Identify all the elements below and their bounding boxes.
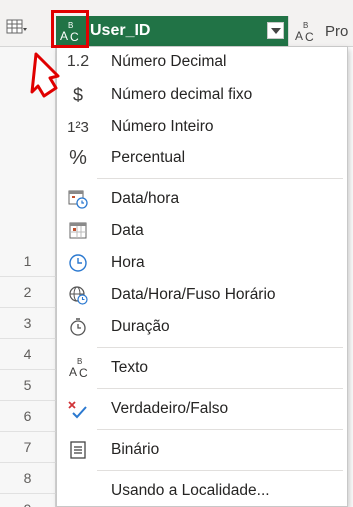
- menu-item-label: Data: [111, 222, 144, 239]
- row-number[interactable]: 6: [0, 401, 56, 432]
- menu-separator: [97, 470, 343, 471]
- menu-item-label: Número decimal fixo: [111, 86, 253, 103]
- row-number[interactable]: 7: [0, 432, 56, 463]
- column-header-user-id[interactable]: ABC User_ID: [56, 16, 288, 46]
- data-type-menu: 1.2 Número Decimal $ Número decimal fixo…: [56, 46, 348, 507]
- menu-item-label: Percentual: [111, 149, 186, 166]
- whole-number-icon: 1²3: [67, 118, 89, 136]
- menu-item-text[interactable]: ABC Texto: [57, 353, 347, 383]
- table-icon: [6, 19, 27, 34]
- row-number[interactable]: 5: [0, 370, 56, 401]
- chevron-down-icon: [271, 28, 281, 34]
- row-number[interactable]: 8: [0, 463, 56, 494]
- currency-icon: $: [72, 84, 83, 105]
- row-number[interactable]: 3: [0, 308, 56, 339]
- menu-item-label: Data/Hora/Fuso Horário: [111, 286, 276, 303]
- duration-icon: [63, 312, 93, 342]
- column-filter-button[interactable]: [267, 22, 284, 39]
- menu-item-label: Binário: [111, 441, 160, 458]
- menu-item-label: Usando a Localidade...: [111, 482, 270, 499]
- date-icon: [63, 216, 93, 246]
- menu-item-label: Data/hora: [111, 190, 180, 207]
- decimal-number-icon: 1.2: [66, 53, 90, 70]
- datetime-timezone-icon: [63, 280, 93, 310]
- menu-item-datetime[interactable]: Data/hora: [57, 184, 347, 214]
- arrow-icon: [30, 52, 60, 98]
- menu-item-decimal[interactable]: 1.2 Número Decimal: [57, 47, 347, 77]
- menu-item-label: Duração: [111, 318, 170, 335]
- menu-item-fixed-decimal[interactable]: $ Número decimal fixo: [57, 80, 347, 110]
- menu-item-label: Número Decimal: [111, 53, 227, 70]
- column-name-label: User_ID: [90, 22, 151, 39]
- menu-item-datetimezone[interactable]: Data/Hora/Fuso Horário: [57, 280, 347, 310]
- row-number[interactable]: 9: [0, 494, 56, 507]
- column-name-label: Pro: [325, 23, 349, 40]
- table-menu-button[interactable]: [6, 14, 40, 40]
- text-type-icon: ABC: [69, 357, 88, 380]
- menu-item-using-locale[interactable]: Usando a Localidade...: [57, 476, 347, 506]
- row-number[interactable]: 4: [0, 339, 56, 370]
- menu-item-duration[interactable]: Duração: [57, 312, 347, 342]
- menu-separator: [97, 429, 343, 430]
- menu-item-label: Texto: [111, 359, 149, 376]
- datetime-icon: [63, 184, 93, 214]
- row-numbers: 1 2 3 4 5 6 7 8 9: [0, 246, 56, 507]
- time-icon: [63, 248, 93, 278]
- menu-separator: [97, 347, 343, 348]
- menu-item-label: Hora: [111, 254, 145, 271]
- menu-item-percentage[interactable]: % Percentual: [57, 143, 347, 173]
- percent-icon: %: [69, 146, 87, 169]
- menu-item-time[interactable]: Hora: [57, 248, 347, 278]
- menu-separator: [97, 388, 343, 389]
- row-number[interactable]: 2: [0, 277, 56, 308]
- binary-icon: [63, 435, 93, 465]
- menu-item-boolean[interactable]: Verdadeiro/Falso: [57, 394, 347, 424]
- text-type-icon[interactable]: ABC: [295, 22, 319, 44]
- highlight-box: [51, 10, 89, 48]
- menu-item-label: Número Inteiro: [111, 118, 214, 135]
- menu-item-date[interactable]: Data: [57, 216, 347, 246]
- menu-separator: [97, 178, 343, 179]
- menu-item-label: Verdadeiro/Falso: [111, 400, 229, 417]
- column-header-next[interactable]: ABC Pro: [288, 16, 353, 46]
- row-number[interactable]: 1: [0, 246, 56, 277]
- menu-item-whole-number[interactable]: 1²3 Número Inteiro: [57, 112, 347, 142]
- menu-item-binary[interactable]: Binário: [57, 435, 347, 465]
- boolean-icon: [63, 394, 93, 424]
